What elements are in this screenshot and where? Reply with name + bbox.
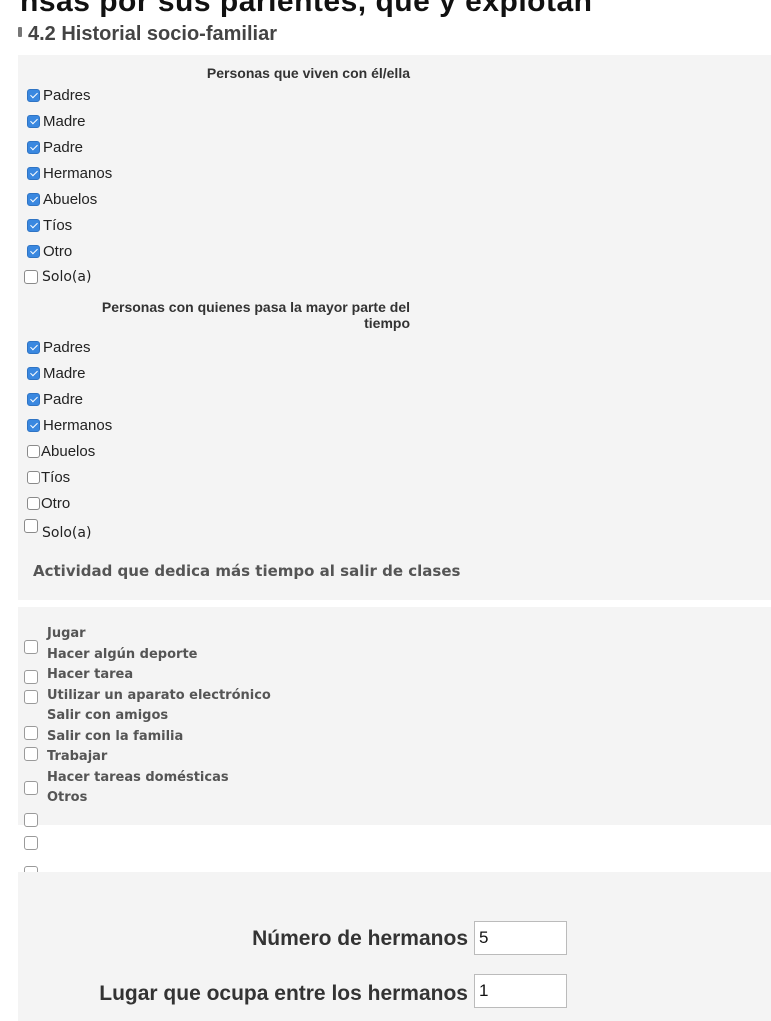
activity-label-electronico: Utilizar un aparato electrónico [47, 687, 271, 703]
checkbox-checked[interactable] [27, 340, 40, 354]
activity-title: Actividad que dedica más tiempo al salir… [33, 562, 461, 580]
previous-section-text: nsas por sus parientes, que y explotan [20, 0, 593, 18]
siblings-position-label: Lugar que ocupa entre los hermanos [99, 982, 468, 1005]
checkbox-unchecked[interactable] [27, 496, 40, 510]
option2-otro[interactable]: Otro [27, 490, 112, 516]
section-title: 4.2 Historial socio-familiar [18, 23, 277, 46]
time-with-panel [18, 295, 771, 600]
option-tios[interactable]: Tíos [27, 212, 112, 238]
time-with-heading: Personas con quienes pasa la mayor parte… [101, 299, 410, 331]
activity-checkbox[interactable] [24, 726, 38, 740]
option-padre[interactable]: Padre [27, 134, 112, 160]
option2-abuelos[interactable]: Abuelos [27, 438, 112, 464]
siblings-count-label: Número de hermanos [252, 927, 468, 950]
checkbox-checked[interactable] [27, 114, 40, 128]
checkbox-unchecked[interactable] [24, 519, 38, 533]
living-with-panel [18, 55, 771, 295]
living-with-options: Padres Madre Padre Hermanos Abuelos Tíos… [24, 82, 112, 290]
activity-checkbox[interactable] [24, 690, 38, 704]
activity-label-domesticas: Hacer tareas domésticas [47, 769, 229, 785]
option2-hermanos[interactable]: Hermanos [27, 412, 112, 438]
siblings-count-input[interactable] [474, 921, 567, 955]
activity-label-jugar: Jugar [47, 626, 86, 641]
checkbox-checked[interactable] [27, 166, 40, 180]
checkbox-checked[interactable] [27, 192, 40, 206]
activity-checkbox[interactable] [24, 781, 38, 795]
siblings-position-input[interactable] [474, 974, 567, 1008]
checkbox-unchecked[interactable] [24, 270, 38, 284]
option2-padre[interactable]: Padre [27, 386, 112, 412]
activity-checkbox[interactable] [24, 747, 38, 761]
activity-label-amigos: Salir con amigos [47, 708, 169, 723]
living-with-heading: Personas que viven con él/ella [206, 65, 410, 81]
option-otro[interactable]: Otro [27, 238, 112, 264]
time-with-options: Padres Madre Padre Hermanos Abuelos Tíos… [24, 334, 112, 542]
option-hermanos[interactable]: Hermanos [27, 160, 112, 186]
checkbox-checked[interactable] [27, 218, 40, 232]
option-solo[interactable]: Solo(a) [24, 264, 112, 290]
checkbox-checked[interactable] [27, 418, 40, 432]
option-padres[interactable]: Padres [27, 82, 112, 108]
option-madre[interactable]: Madre [27, 108, 112, 134]
option2-solo[interactable]: Solo(a) [24, 516, 112, 542]
checkbox-checked[interactable] [27, 244, 40, 258]
checkbox-checked[interactable] [27, 392, 40, 406]
activity-label-trabajar: Trabajar [47, 749, 108, 764]
activity-checkbox[interactable] [24, 670, 38, 684]
option-abuelos[interactable]: Abuelos [27, 186, 112, 212]
section-marker-icon [18, 27, 22, 37]
option2-padres[interactable]: Padres [27, 334, 112, 360]
checkbox-checked[interactable] [27, 88, 40, 102]
activity-label-tarea: Hacer tarea [47, 667, 134, 682]
section-title-text: 4.2 Historial socio-familiar [28, 23, 277, 45]
activity-options-labels: Jugar Hacer algún deporte Hacer tarea Ut… [47, 624, 271, 809]
checkbox-checked[interactable] [27, 140, 40, 154]
activity-checkbox[interactable] [24, 813, 38, 827]
checkbox-unchecked[interactable] [27, 444, 40, 458]
activity-label-familia: Salir con la familia [47, 728, 184, 744]
activity-checkbox[interactable] [24, 836, 38, 850]
option2-tios[interactable]: Tíos [27, 464, 112, 490]
checkbox-checked[interactable] [27, 366, 40, 380]
activity-label-otros: Otros [47, 790, 88, 805]
activity-label-deporte: Hacer algún deporte [47, 646, 198, 662]
option2-madre[interactable]: Madre [27, 360, 112, 386]
activity-checkbox[interactable] [24, 640, 38, 654]
checkbox-unchecked[interactable] [27, 470, 40, 484]
